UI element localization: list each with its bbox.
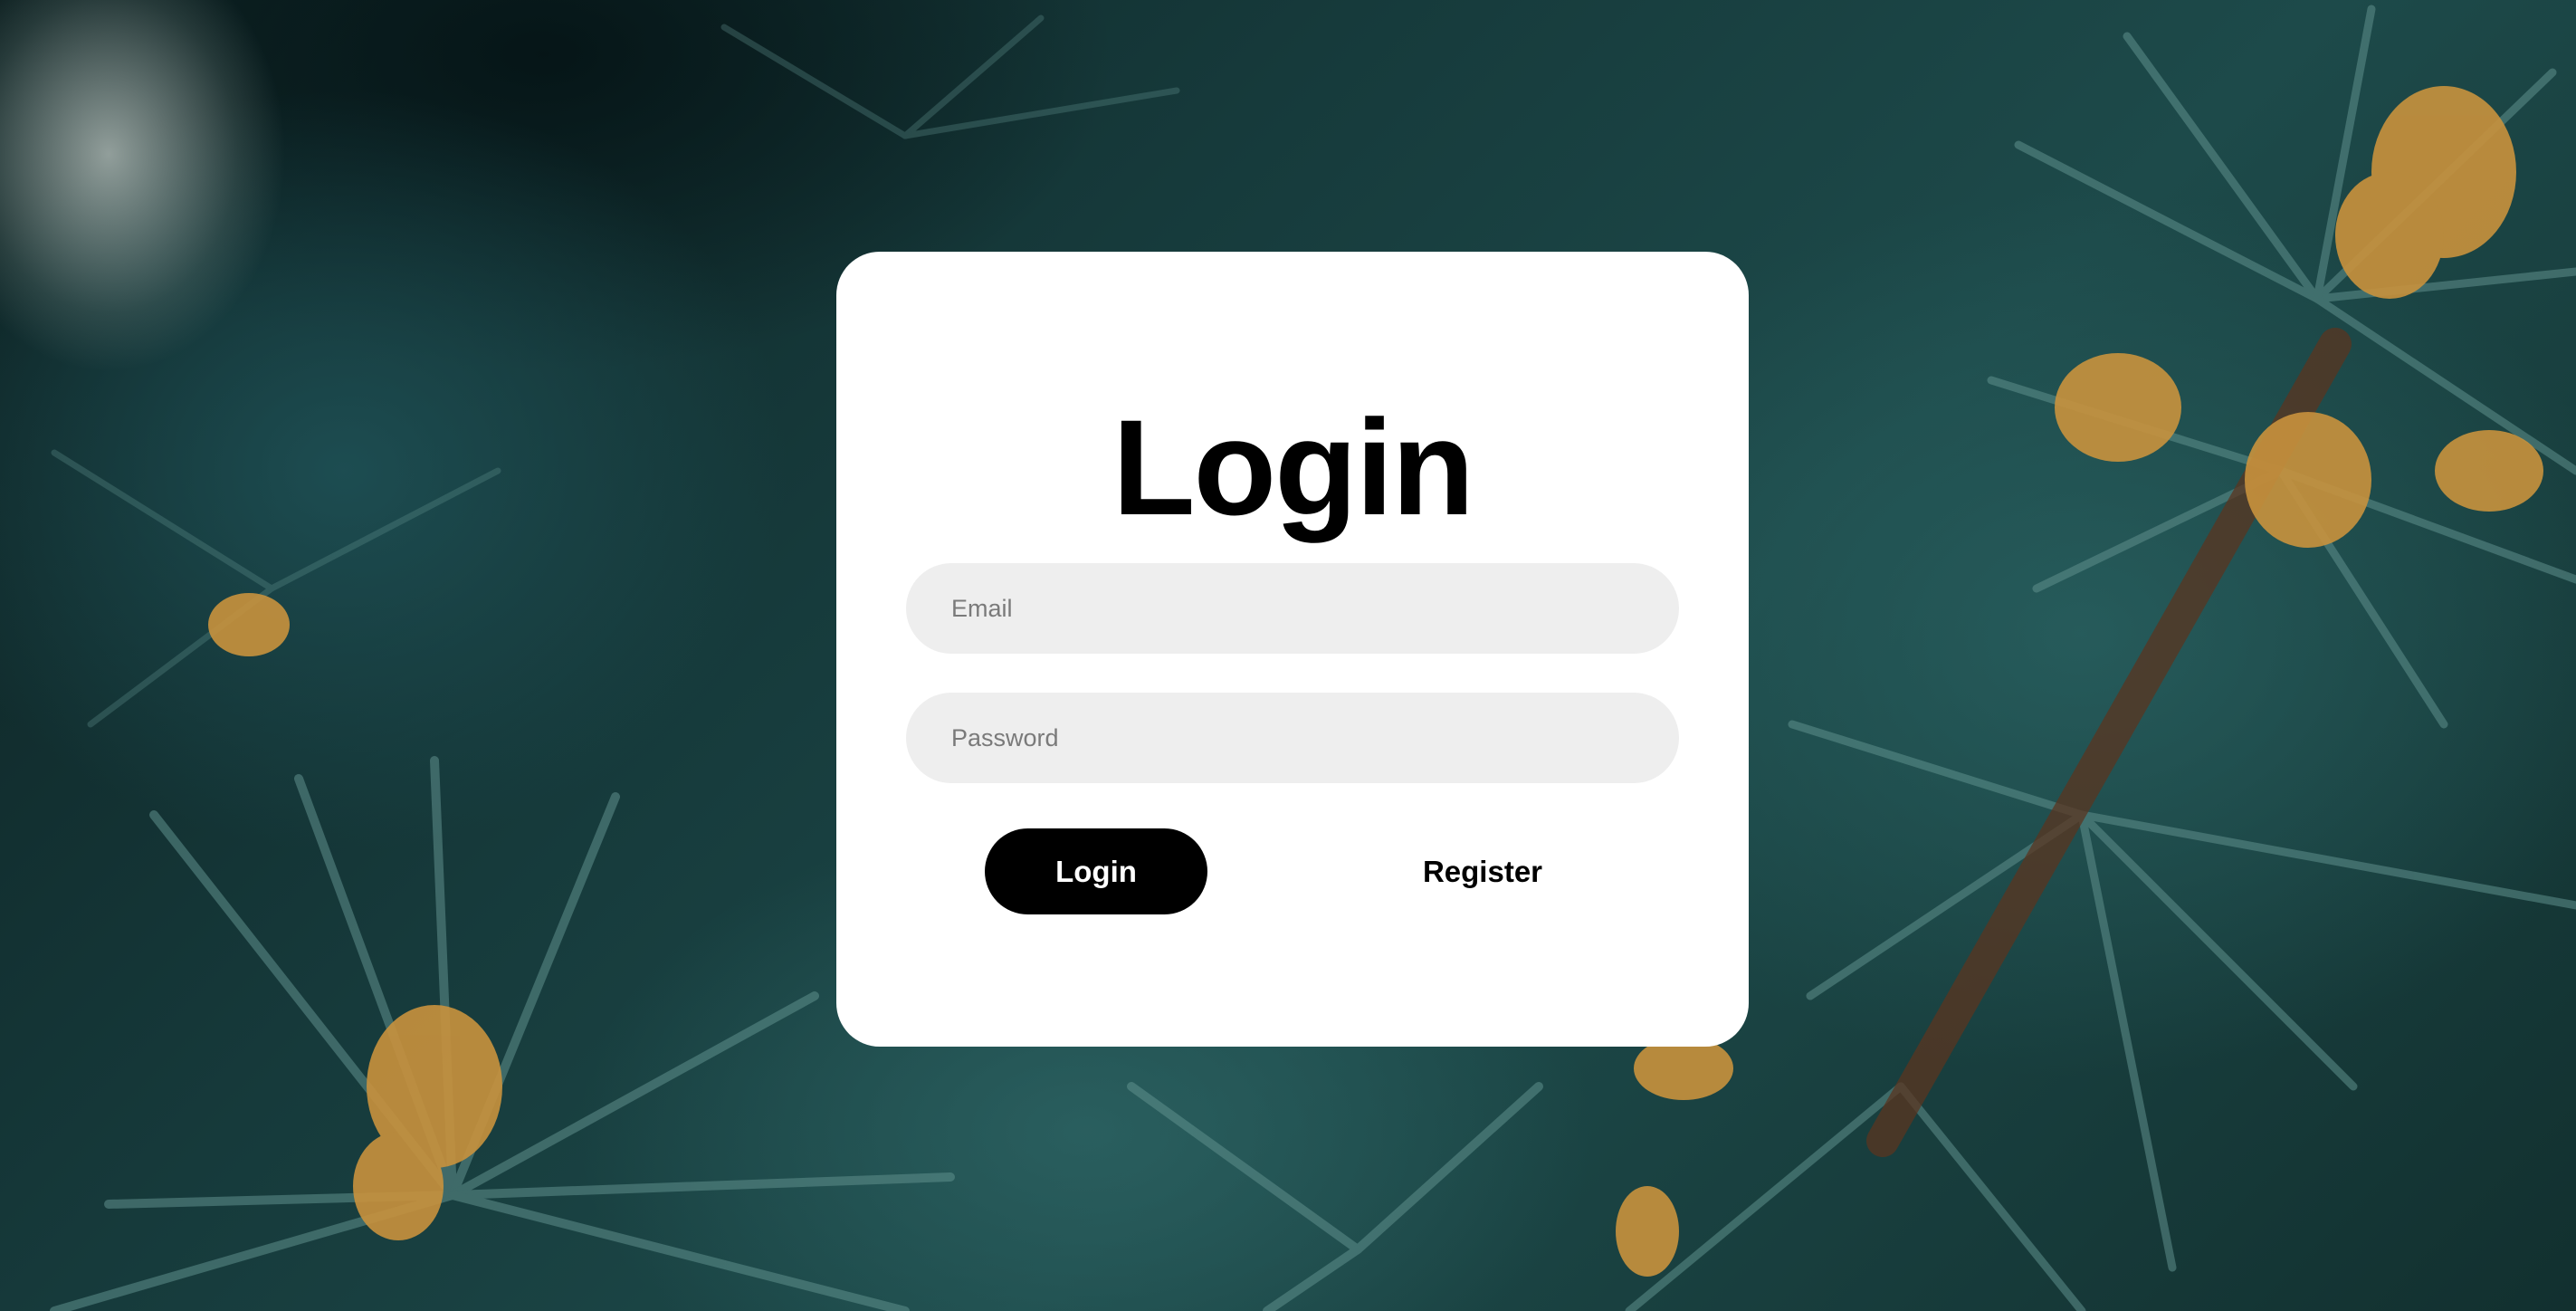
login-title: Login xyxy=(1111,391,1474,543)
login-card: Login Login Register xyxy=(836,252,1749,1047)
login-button[interactable]: Login xyxy=(985,828,1207,914)
email-input[interactable] xyxy=(906,563,1679,654)
register-button[interactable]: Register xyxy=(1376,828,1589,914)
login-page: Login Login Register xyxy=(0,0,2576,1311)
password-input[interactable] xyxy=(906,693,1679,783)
